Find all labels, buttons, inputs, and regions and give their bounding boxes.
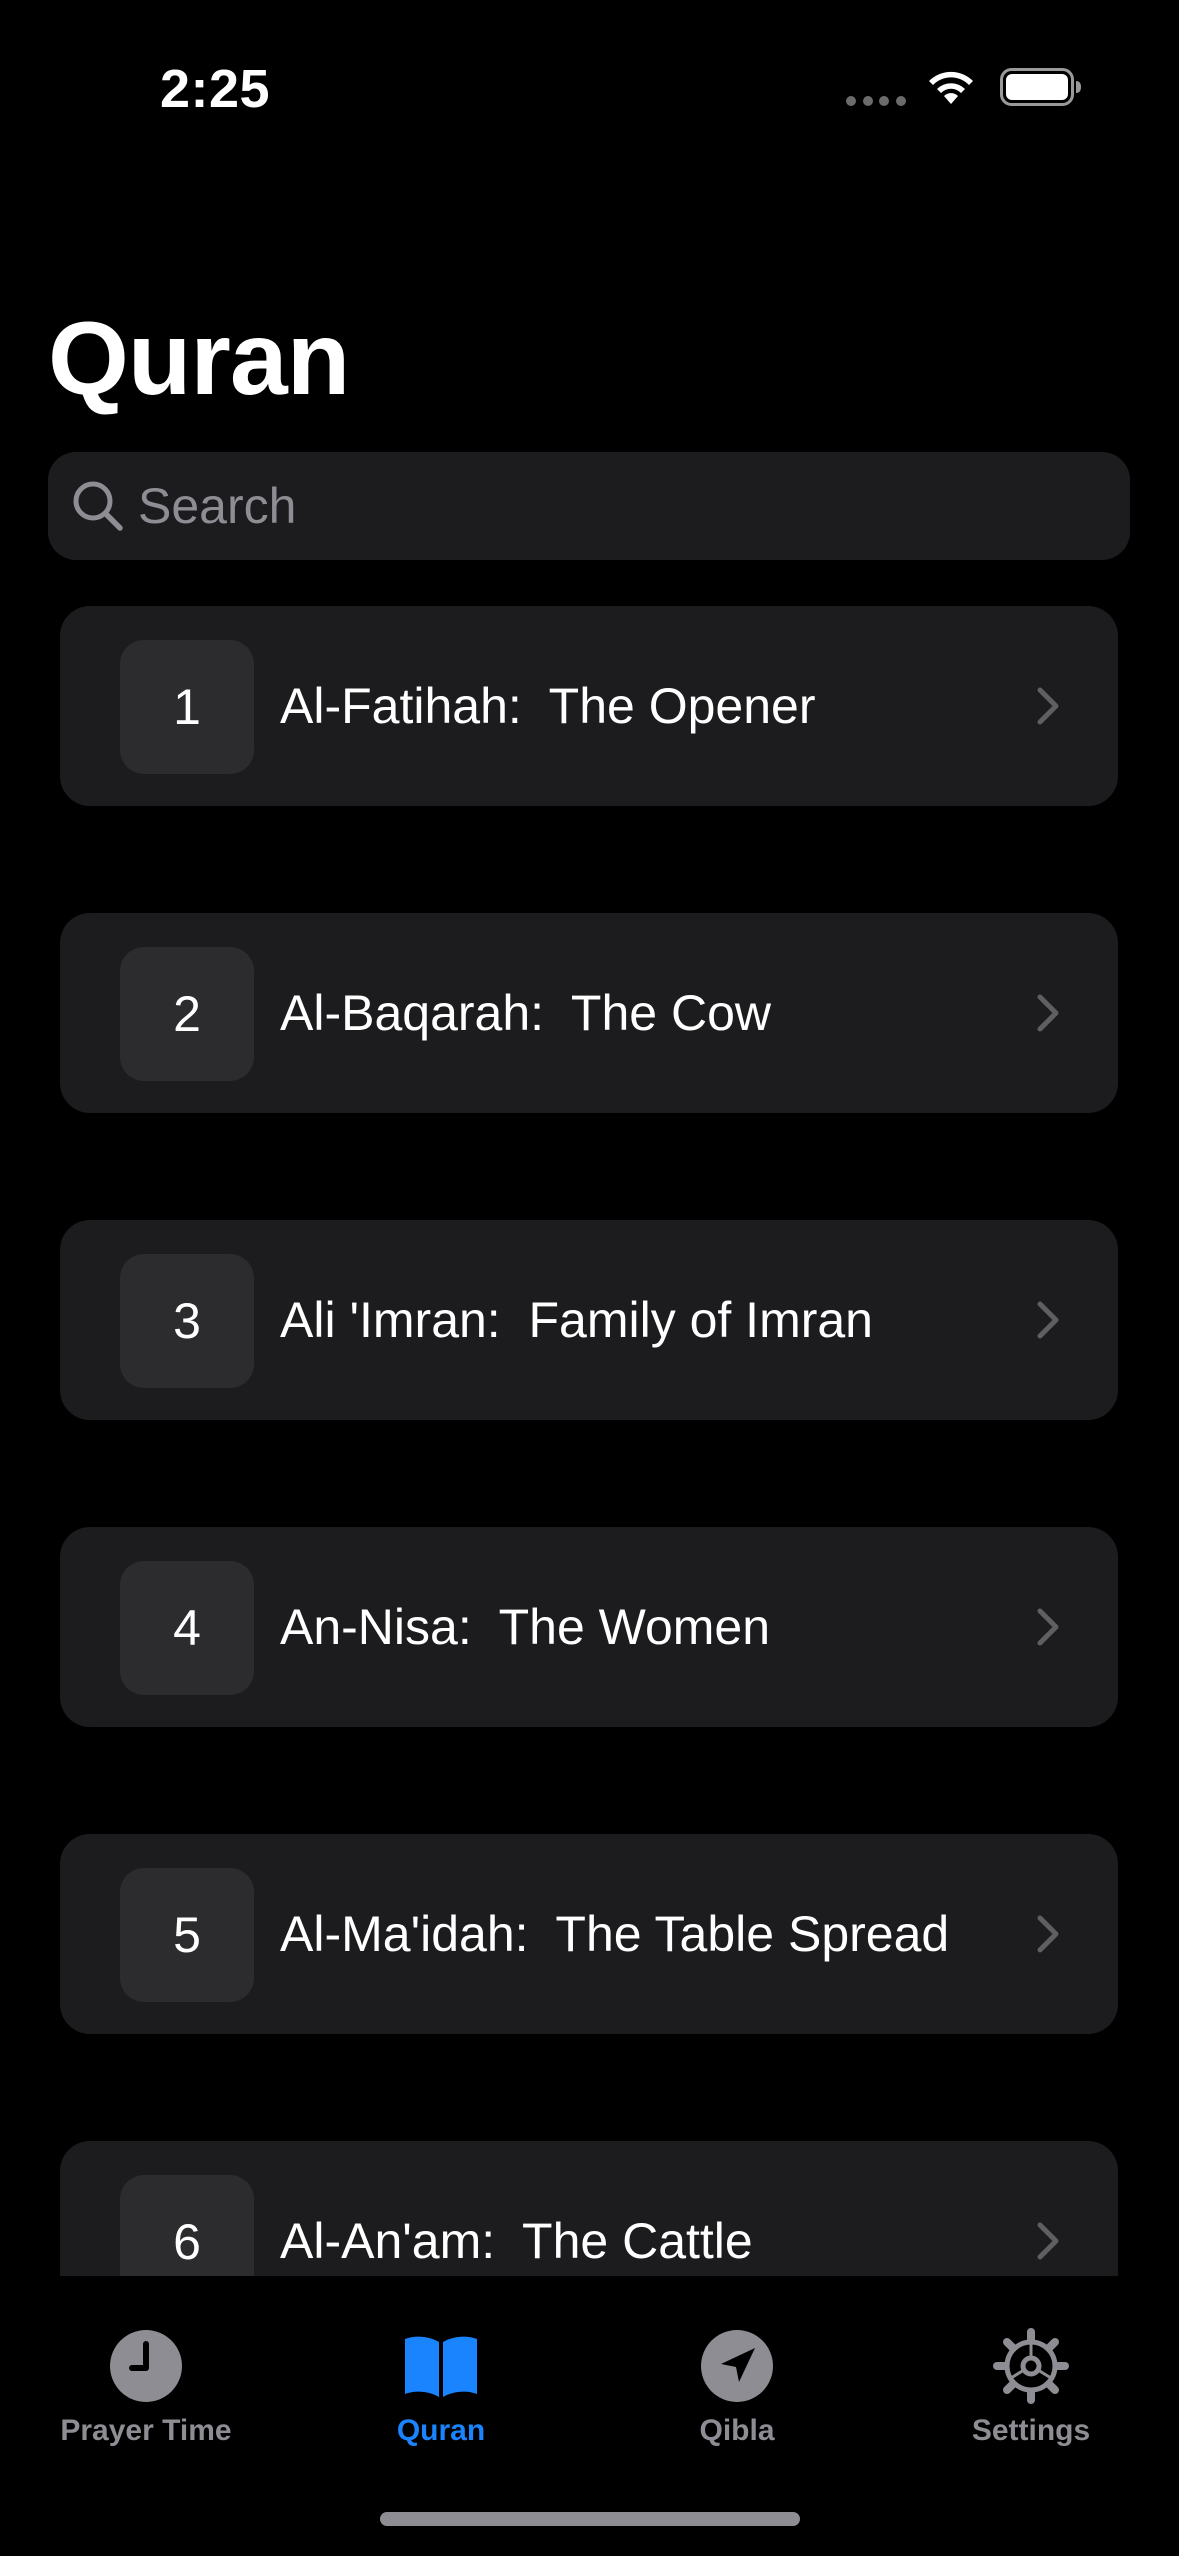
chevron-right-icon [1037, 1301, 1059, 1339]
cellular-signal-icon [846, 96, 906, 106]
status-bar: 2:25 [0, 0, 1179, 180]
home-indicator [380, 2512, 800, 2526]
search-input[interactable] [138, 470, 1098, 542]
wifi-icon [929, 71, 973, 104]
book-icon [405, 2336, 477, 2397]
tab-quran[interactable]: Quran [321, 2276, 561, 2456]
gear-icon [993, 2328, 1069, 2404]
chevron-right-icon [1037, 1608, 1059, 1646]
surah-row-3[interactable]: 3 Ali 'Imran: Family of Imran [60, 1220, 1118, 1420]
surah-number: 6 [120, 2175, 254, 2276]
surah-title: Al-An'am: The Cattle [280, 2213, 753, 2269]
surah-title: Ali 'Imran: Family of Imran [280, 1292, 873, 1348]
surah-number: 2 [120, 947, 254, 1081]
surah-title: Al-Baqarah: The Cow [280, 985, 771, 1041]
surah-list[interactable]: 1 Al-Fatihah: The Opener 2 Al-Baqarah: T… [0, 580, 1179, 2276]
surah-number: 1 [120, 640, 254, 774]
tab-label: Quran [396, 2414, 486, 2447]
clock-icon [110, 2330, 182, 2402]
status-time: 2:25 [160, 59, 271, 119]
surah-row-2[interactable]: 2 Al-Baqarah: The Cow [60, 913, 1118, 1113]
surah-number: 4 [120, 1561, 254, 1695]
surah-number: 3 [120, 1254, 254, 1388]
battery-icon [1000, 68, 1081, 106]
tab-label: Prayer Time [60, 2414, 232, 2447]
chevron-right-icon [1037, 994, 1059, 1032]
search-field[interactable] [48, 452, 1130, 560]
surah-row-1[interactable]: 1 Al-Fatihah: The Opener [60, 606, 1118, 806]
tab-settings[interactable]: Settings [911, 2276, 1151, 2456]
tab-label: Qibla [699, 2414, 775, 2447]
chevron-right-icon [1037, 1915, 1059, 1953]
tab-prayer-time[interactable]: Prayer Time [26, 2276, 266, 2456]
chevron-right-icon [1037, 2222, 1059, 2260]
surah-row-4[interactable]: 4 An-Nisa: The Women [60, 1527, 1118, 1727]
tab-label: Settings [971, 2414, 1091, 2447]
page-title: Quran [48, 301, 350, 417]
surah-title: Al-Ma'idah: The Table Spread [280, 1906, 950, 1962]
surah-title: Al-Fatihah: The Opener [280, 678, 816, 734]
surah-row-6[interactable]: 6 Al-An'am: The Cattle [60, 2141, 1118, 2276]
chevron-right-icon [1037, 687, 1059, 725]
tab-qibla[interactable]: Qibla [617, 2276, 857, 2456]
location-arrow-icon [701, 2330, 773, 2402]
surah-title: An-Nisa: The Women [280, 1599, 771, 1655]
surah-number: 5 [120, 1868, 254, 2002]
surah-row-5[interactable]: 5 Al-Ma'idah: The Table Spread [60, 1834, 1118, 2034]
search-icon [73, 481, 123, 531]
